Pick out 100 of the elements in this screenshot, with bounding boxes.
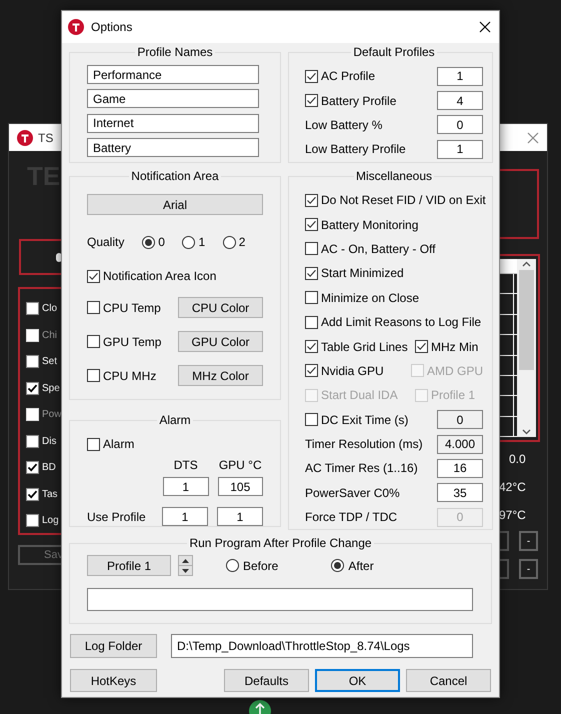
close-icon[interactable] (479, 21, 491, 33)
radio-button[interactable] (142, 236, 156, 248)
label: Battery Profile (321, 92, 396, 110)
input-field[interactable]: 35 (437, 483, 483, 502)
profile-button[interactable]: Profile 1 (87, 555, 171, 576)
label: Low Battery % (305, 116, 382, 134)
arrow-up-icon[interactable] (249, 700, 271, 714)
chevron-down-icon[interactable] (522, 429, 531, 435)
chevron-up-icon[interactable] (522, 261, 531, 267)
checkbox[interactable] (305, 291, 318, 304)
input-field[interactable]: 1 (163, 477, 208, 496)
checkbox[interactable] (305, 242, 318, 256)
checkbox[interactable] (26, 382, 39, 394)
reading: 97°C (499, 507, 527, 524)
checkbox[interactable] (87, 301, 100, 314)
label: Profile 1 (431, 387, 476, 404)
scrollbar[interactable] (517, 259, 536, 437)
checkbox[interactable] (305, 340, 318, 354)
checkbox[interactable] (415, 340, 428, 354)
label: GPU Temp (103, 334, 162, 350)
label: Set (42, 355, 58, 369)
checkbox[interactable] (305, 218, 318, 232)
label: 1 (198, 234, 206, 251)
input-field[interactable]: Game (87, 89, 259, 108)
label: Alarm (103, 436, 134, 453)
spin-button[interactable] (178, 555, 193, 576)
window-title: TS (38, 130, 54, 146)
checkbox[interactable] (305, 194, 318, 207)
label: Battery Monitoring (321, 216, 418, 234)
checkbox[interactable] (26, 434, 39, 448)
label: Log (42, 514, 59, 528)
checkbox[interactable] (87, 438, 100, 450)
input-field[interactable]: Internet (87, 114, 259, 133)
reading: 0.0 (508, 451, 527, 468)
arrow-down-icon[interactable] (182, 568, 189, 572)
label: 2 (238, 234, 246, 251)
label: CPU MHz (103, 368, 156, 384)
label: Nvidia GPU (321, 362, 384, 380)
checkbox[interactable] (305, 94, 318, 108)
label: After (348, 558, 374, 574)
checkbox[interactable] (26, 302, 39, 315)
color-button[interactable]: GPU Color (178, 331, 263, 352)
label: MHz Min (431, 338, 478, 356)
input-field[interactable]: 16 (437, 458, 483, 478)
label: AMD GPU (426, 362, 483, 380)
checkbox[interactable] (87, 270, 100, 282)
input-field[interactable]: 1 (437, 140, 483, 159)
label: AC Timer Res (1..16) (305, 460, 418, 478)
checkbox[interactable] (26, 488, 39, 500)
input-field[interactable]: 4.000 (437, 434, 483, 454)
color-button[interactable]: CPU Color (178, 297, 263, 318)
label: DC Exit Time (s) (321, 412, 408, 429)
input-field[interactable]: 105 (218, 477, 263, 496)
checkbox[interactable] (26, 514, 39, 527)
arrow-up-icon[interactable] (182, 558, 189, 562)
checkbox[interactable] (305, 364, 318, 378)
input-field[interactable]: Performance (87, 65, 259, 84)
input-field[interactable]: 0 (437, 115, 483, 134)
checkbox[interactable] (305, 413, 318, 426)
label: Before (243, 558, 278, 574)
checkbox[interactable] (87, 335, 100, 348)
label: Notification Area Icon (103, 268, 216, 285)
input-field[interactable]: Battery (87, 138, 259, 158)
checkbox[interactable] (26, 355, 39, 368)
dialog-button[interactable]: OK (315, 669, 400, 692)
checkbox[interactable] (87, 369, 100, 382)
command-field[interactable] (87, 588, 473, 611)
hotkeys-button[interactable]: HotKeys (70, 669, 157, 692)
group-title: Miscellaneous (354, 168, 434, 185)
label: Force TDP / TDC (305, 509, 398, 526)
label: Quality (87, 234, 126, 251)
dialog-button[interactable]: Cancel (406, 669, 491, 692)
radio-button[interactable] (226, 559, 239, 572)
group-title: Notification Area (130, 168, 220, 185)
button[interactable]: - (519, 531, 538, 551)
app-logo-icon (68, 19, 84, 35)
radio-button[interactable] (182, 236, 196, 248)
checkbox[interactable] (305, 70, 318, 83)
input-field[interactable]: D:\Temp_Download\ThrottleStop_8.74\Logs (171, 634, 473, 658)
button[interactable]: - (519, 559, 538, 579)
log-folder-button[interactable]: Log Folder (70, 634, 157, 658)
color-button[interactable]: MHz Color (178, 365, 263, 386)
input-field[interactable]: 4 (437, 91, 483, 110)
radio-button[interactable] (222, 236, 236, 248)
input-field[interactable]: 1 (217, 507, 263, 526)
input-field[interactable]: 1 (162, 507, 208, 526)
group-title: Default Profiles (352, 44, 436, 61)
label: Minimize on Close (321, 290, 420, 307)
column-heading: GPU °C (218, 457, 263, 474)
checkbox[interactable] (305, 266, 318, 280)
input-field[interactable]: 0 (437, 410, 483, 430)
checkbox[interactable] (26, 461, 39, 474)
radio-button[interactable] (331, 559, 344, 572)
font-button[interactable]: Arial (87, 194, 263, 215)
dialog-button[interactable]: Defaults (224, 669, 309, 692)
label: PowerSaver C0% (305, 484, 400, 502)
checkbox[interactable] (305, 316, 318, 329)
label: Timer Resolution (ms) (305, 436, 423, 454)
input-field[interactable]: 1 (437, 66, 483, 86)
label: CPU Temp (103, 300, 161, 316)
